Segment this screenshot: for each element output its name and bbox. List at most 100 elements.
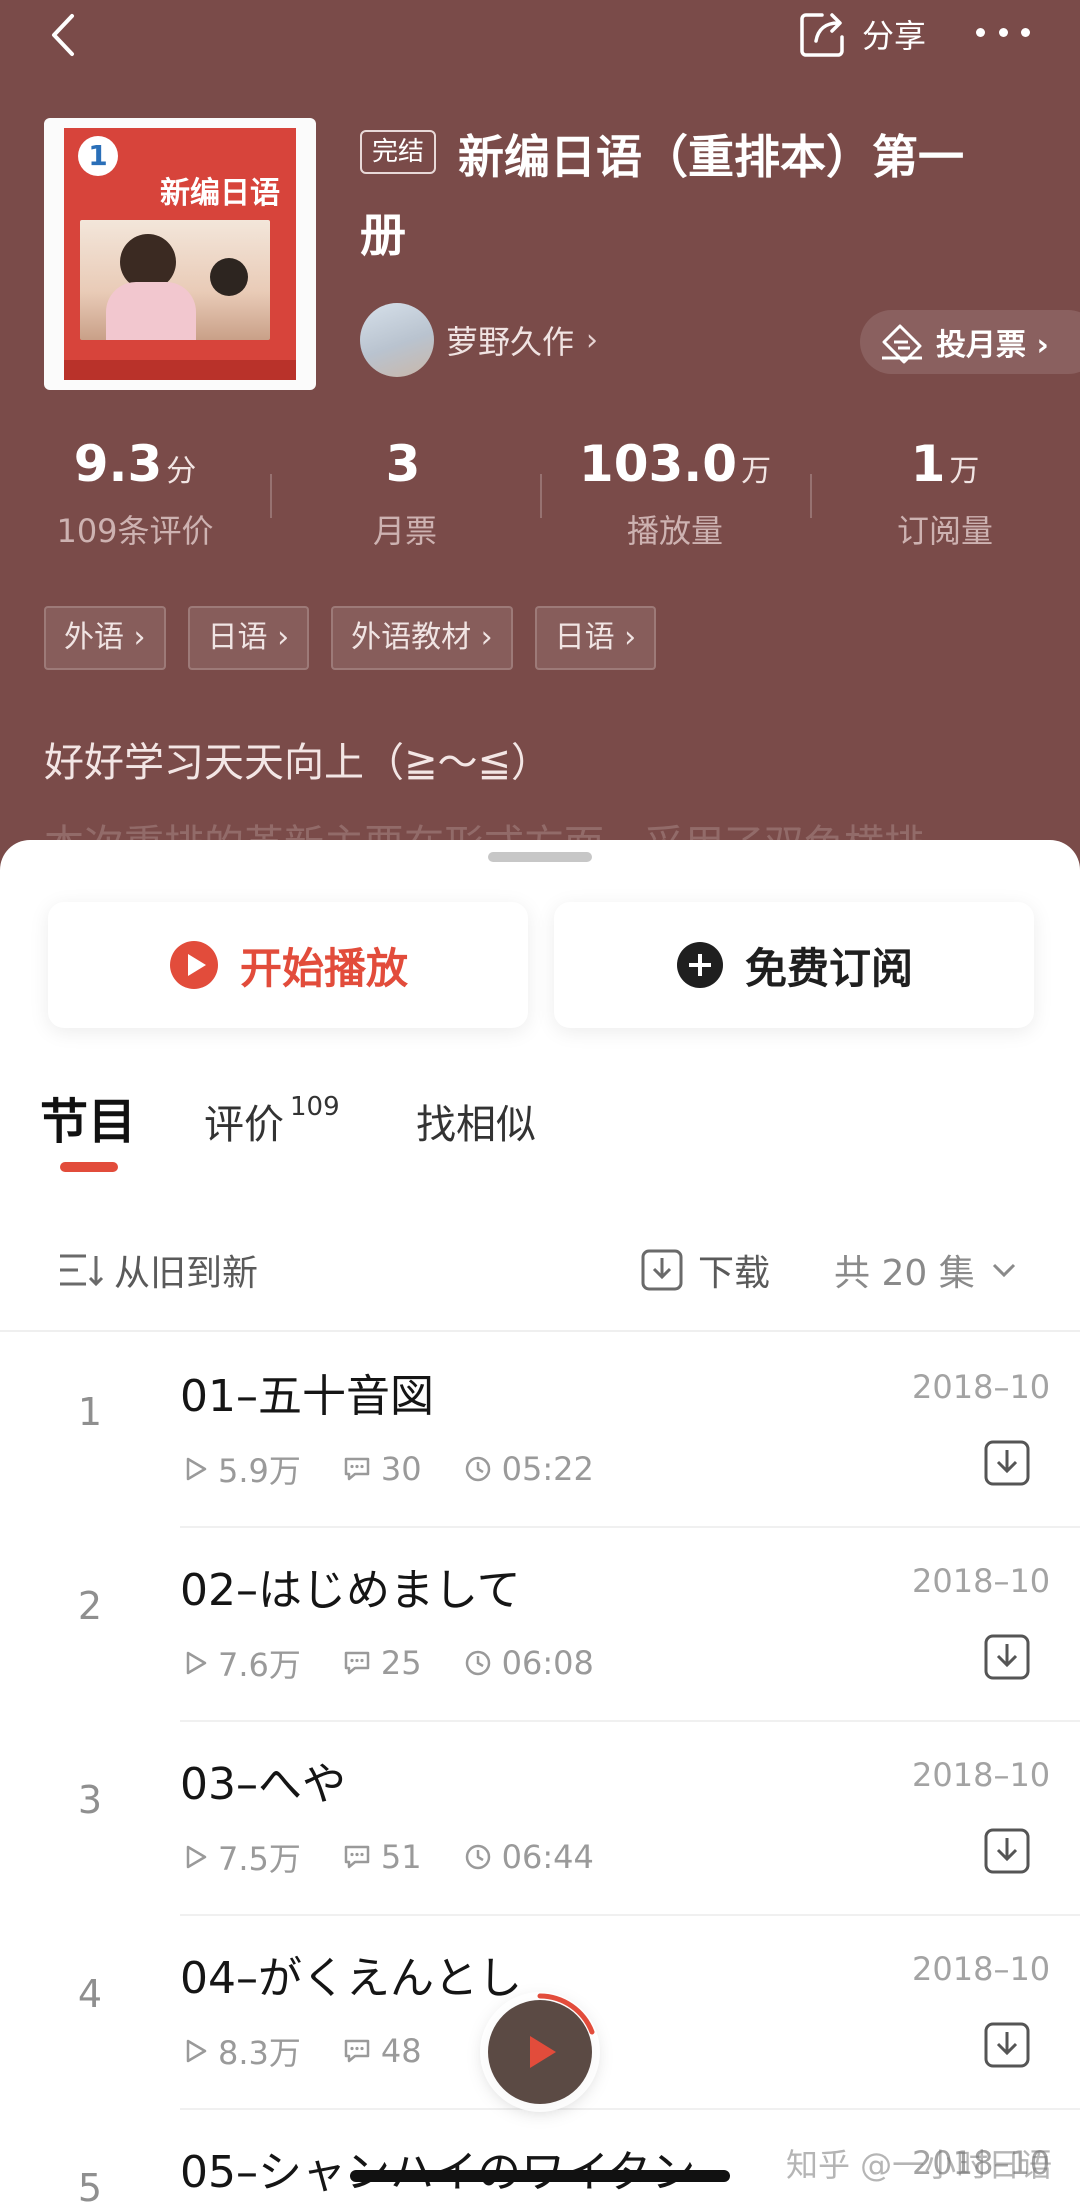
- episode-range-button[interactable]: 共 20 集: [834, 1244, 1017, 1296]
- episode-date: 2018–10: [912, 1756, 1051, 1794]
- mini-player-button[interactable]: [488, 1993, 595, 2104]
- download-icon[interactable]: [982, 1826, 1032, 1876]
- stat-plays: 103.0 万 播放量: [540, 430, 810, 560]
- comment-count: 51: [380, 1838, 422, 1876]
- back-button[interactable]: [44, 10, 84, 60]
- stat-label: 播放量: [626, 512, 723, 550]
- playback-progress-ring: [537, 1993, 595, 2035]
- episode-meta: 7.6万 25 06:08: [184, 1640, 636, 1686]
- chevron-left-icon: [52, 14, 74, 56]
- play-count: 5.9万: [218, 1452, 301, 1490]
- sort-order-button[interactable]: 从旧到新: [58, 1244, 258, 1296]
- sheet-drag-handle[interactable]: [488, 852, 592, 862]
- start-play-button[interactable]: 开始播放: [48, 902, 528, 1028]
- more-dot-icon: [1021, 27, 1030, 37]
- more-dot-icon: [976, 27, 985, 37]
- stat-rating[interactable]: 9.3 分 109条评价: [0, 430, 270, 560]
- episode-title: 01–五十音図: [180, 1371, 434, 1422]
- play-count: 7.5万: [218, 1840, 301, 1878]
- cover-photo: [80, 220, 270, 340]
- episode-count-label: 共 20 集: [834, 1253, 975, 1294]
- stat-unit: 万: [741, 454, 772, 489]
- episode-duration: 05:22: [501, 1450, 594, 1488]
- category-tags: 外语 › 日语 › 外语教材 › 日语 ›: [44, 606, 657, 670]
- cover-volume-number: 1: [78, 136, 118, 176]
- plus-circle-icon: [676, 942, 723, 988]
- free-subscribe-label: 免费订阅: [744, 943, 913, 993]
- cover-bottom-bar: [64, 360, 296, 380]
- episode-duration: 06:08: [501, 1644, 594, 1682]
- tab-active-indicator: [60, 1162, 118, 1172]
- comment-count: 25: [380, 1644, 422, 1682]
- cover-title: 新编日语: [160, 176, 280, 211]
- tag-chip[interactable]: 外语教材 ›: [331, 606, 513, 670]
- clock-icon: [465, 1844, 490, 1870]
- download-icon[interactable]: [982, 2020, 1032, 2070]
- episode-index: 2: [77, 1584, 103, 1628]
- album-header: 分享 1 新编日语 完结 新编日语（重排本）第一 册 萝野久作 › 投月票 › …: [0, 0, 1080, 880]
- play-count-icon: [186, 1457, 207, 1481]
- stat-label: 订阅量: [896, 512, 993, 550]
- play-count: 8.3万: [218, 2034, 301, 2072]
- album-cover: 1 新编日语: [44, 118, 316, 390]
- more-options-button[interactable]: [976, 12, 1030, 52]
- episode-row[interactable]: 2 02–はじめまして 2018–10 7.6万 25 06:08: [0, 1528, 1080, 1722]
- album-title-continued: 册: [360, 208, 406, 262]
- download-icon: [641, 1249, 683, 1291]
- comment-icon: [344, 1845, 370, 1869]
- tab-similar[interactable]: 找相似: [416, 1092, 536, 1150]
- album-title: 新编日语（重排本）第一: [458, 130, 964, 184]
- stats-row: 9.3 分 109条评价 3 月票 103.0 万 播放量 1万 订阅量: [0, 430, 1080, 560]
- batch-download-button[interactable]: 下载: [640, 1244, 770, 1296]
- stat-value: 103.0: [578, 435, 738, 493]
- episode-title: 03–へや: [180, 1759, 346, 1810]
- download-icon[interactable]: [982, 1632, 1032, 1682]
- episode-row[interactable]: 3 03–へや 2018–10 7.5万 51 06:44: [0, 1722, 1080, 1916]
- stat-unit: 万: [949, 454, 980, 489]
- home-indicator: [350, 2170, 730, 2182]
- share-icon: [800, 13, 844, 57]
- stat-value: 3: [385, 435, 421, 493]
- play-count-icon: [186, 1651, 207, 1675]
- episode-index: 4: [77, 1972, 103, 2016]
- comment-count: 30: [380, 1450, 422, 1488]
- episode-title: 04–がくえんとし: [180, 1953, 522, 2004]
- tab-bar: 节目 评价 109 找相似: [0, 1082, 1080, 1172]
- share-button[interactable]: 分享: [798, 6, 926, 62]
- chevron-right-icon: ›: [586, 322, 599, 358]
- chevron-down-icon: [992, 1263, 1015, 1278]
- play-count: 7.6万: [218, 1646, 301, 1684]
- avatar: [360, 303, 434, 377]
- episode-index: 5: [77, 2166, 103, 2207]
- comment-icon: [344, 1457, 370, 1481]
- sort-bar: 从旧到新 下载 共 20 集: [0, 1226, 1080, 1316]
- sort-order-label: 从旧到新: [114, 1253, 259, 1294]
- episode-meta: 7.5万 51 06:44: [184, 1834, 636, 1880]
- more-dot-icon: [998, 27, 1008, 37]
- tag-chip[interactable]: 外语 ›: [44, 606, 166, 670]
- stat-label: 月票: [372, 512, 437, 550]
- start-play-label: 开始播放: [239, 943, 408, 993]
- comment-icon: [344, 2039, 370, 2063]
- episode-duration: 06:44: [501, 1838, 594, 1876]
- share-label: 分享: [862, 17, 927, 55]
- download-icon[interactable]: [982, 1438, 1032, 1488]
- episode-row[interactable]: 1 01–五十音図 2018–10 5.9万 30 05:22: [0, 1334, 1080, 1528]
- tab-reviews-count: 109: [290, 1092, 340, 1122]
- author-link[interactable]: 萝野久作 ›: [360, 302, 598, 378]
- tab-reviews[interactable]: 评价 109: [204, 1092, 340, 1150]
- sort-icon: [60, 1254, 104, 1287]
- clock-icon: [465, 1650, 490, 1676]
- tag-chip[interactable]: 日语 ›: [534, 606, 657, 670]
- episode-index: 1: [77, 1390, 103, 1434]
- tag-chip[interactable]: 日语 ›: [187, 606, 310, 670]
- stat-label: 109条评价: [56, 512, 214, 550]
- vote-label: 投月票 ›: [936, 328, 1049, 363]
- free-subscribe-button[interactable]: 免费订阅: [554, 902, 1034, 1028]
- comment-count: 48: [380, 2032, 422, 2070]
- finished-badge: 完结: [360, 130, 437, 174]
- monthly-vote-button[interactable]: 投月票 ›: [860, 310, 1080, 374]
- author-name: 萝野久作: [446, 323, 575, 361]
- play-circle-icon: [169, 941, 218, 989]
- tab-programs[interactable]: 节目: [40, 1082, 136, 1152]
